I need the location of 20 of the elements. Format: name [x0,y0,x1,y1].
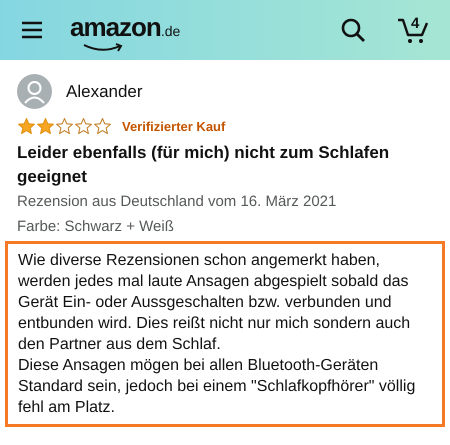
star-icon [93,117,112,136]
author-name: Alexander [66,80,143,103]
menu-icon[interactable] [20,20,44,40]
logo[interactable]: amazon.de [70,8,180,52]
cart-count: 4 [411,14,420,34]
star-icon [36,117,55,136]
verified-purchase-label: Verifizierter Kauf [122,118,226,136]
search-icon[interactable] [340,17,366,43]
star-icon [17,117,36,136]
cart-button[interactable]: 4 [396,15,430,45]
review-meta: Rezension aus Deutschland vom 16. März 2021 [17,192,338,212]
review-paragraph: Wie diverse Rezensionen schon angemerkt haben, werden jedes mal laute Ansagen abgespielt sobald das Gerät Ein- oder Aussgeschalten bzw. verbunden und entbunden wird. Dies reißt nicht nur mich sondern auch den Partner aus dem Schlaf. [18,250,412,354]
review-paragraph: Diese Ansagen mögen bei allen Bluetooth-Geräten Standard sein, jedoch bei einem "Schlafkopfhörer" völlig fehl am Platz. [18,356,416,418]
review-title: Leider ebenfalls (für mich) nicht zum Schlafen geeignet [17,142,390,188]
logo-suffix: .de [160,22,180,40]
avatar-icon [17,74,52,109]
star-icon [55,117,74,136]
variant-info: Farbe: Schwarz + Weiß [17,217,175,237]
star-icon [74,117,93,136]
logo-text: amazon [70,10,161,44]
